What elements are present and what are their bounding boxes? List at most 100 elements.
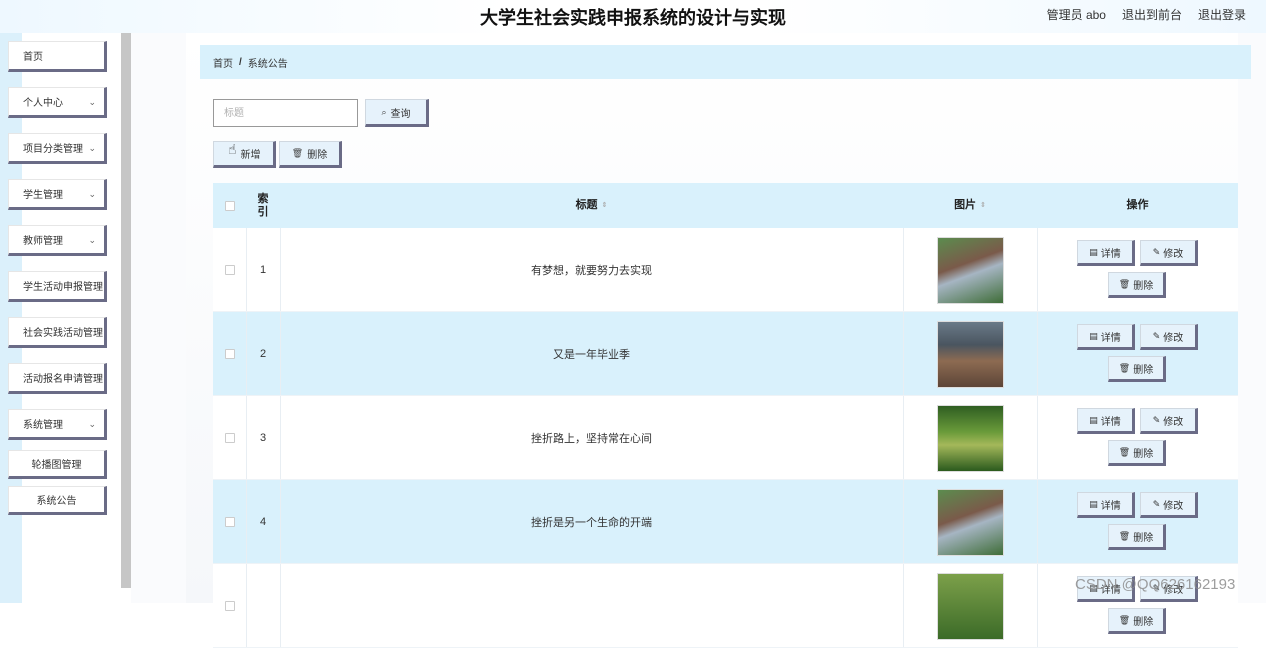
sidebar-item-label: 个人中心 xyxy=(23,98,63,109)
table-row[interactable]: 1 有梦想，就要努力去实现 ▤ 详情 ✎ 修改 🗑 删除 xyxy=(213,228,1238,312)
watermark: CSDN @QQ626162193 xyxy=(1075,576,1236,593)
row-delete-button[interactable]: 🗑 删除 xyxy=(1108,608,1166,634)
row-thumbnail-image[interactable] xyxy=(936,488,1004,556)
admin-user-label[interactable]: 管理员 abo xyxy=(1047,6,1106,23)
column-image[interactable]: 图片 ⇕ xyxy=(903,183,1037,228)
table-row[interactable]: 3 挫折路上，坚持常在心间 ▤ 详情 ✎ 修改 🗑 删除 xyxy=(213,396,1238,480)
sort-icon[interactable]: ⇕ xyxy=(602,199,608,212)
pencil-icon: ✎ xyxy=(1152,498,1161,509)
document-icon: ▤ xyxy=(1089,246,1098,257)
row-select-cell xyxy=(213,480,246,564)
row-select-cell xyxy=(213,564,246,648)
row-checkbox[interactable] xyxy=(224,517,235,527)
document-icon: ▤ xyxy=(1089,414,1098,425)
column-actions: 操作 xyxy=(1037,183,1238,228)
row-thumbnail-image[interactable] xyxy=(936,404,1004,472)
column-divider xyxy=(1037,228,1038,311)
column-divider xyxy=(1037,396,1038,479)
row-checkbox[interactable] xyxy=(224,433,235,443)
column-divider xyxy=(1037,564,1038,647)
sidebar-item[interactable]: 社会实践活动管理 xyxy=(8,317,107,348)
row-delete-button[interactable]: 🗑 删除 xyxy=(1108,440,1166,466)
trash-icon: 🗑 xyxy=(1118,614,1131,625)
row-checkbox[interactable] xyxy=(224,349,235,359)
trash-icon: 🗑 xyxy=(1118,446,1131,457)
sidebar-item[interactable]: 学生活动申报管理 xyxy=(8,271,107,302)
row-thumbnail-image[interactable] xyxy=(936,572,1004,640)
column-image-label: 图片 xyxy=(954,199,977,211)
table-row[interactable]: 4 挫折是另一个生命的开端 ▤ 详情 ✎ 修改 🗑 删除 xyxy=(213,480,1238,564)
breadcrumb-separator: / xyxy=(239,56,242,68)
row-thumbnail-image[interactable] xyxy=(936,320,1004,388)
breadcrumb-home[interactable]: 首页 xyxy=(213,55,233,70)
row-index: 2 xyxy=(259,348,267,360)
row-index: 1 xyxy=(259,264,267,276)
sidebar-item-label: 社会实践活动管理 xyxy=(23,328,103,339)
detail-button-label: 详情 xyxy=(1100,332,1121,344)
row-delete-button-label: 删除 xyxy=(1133,280,1154,292)
pencil-icon: ✎ xyxy=(1152,246,1161,257)
table-row[interactable]: 2 又是一年毕业季 ▤ 详情 ✎ 修改 🗑 删除 xyxy=(213,312,1238,396)
row-thumbnail-image[interactable] xyxy=(936,236,1004,304)
row-delete-button[interactable]: 🗑 删除 xyxy=(1108,524,1166,550)
back-to-front-link[interactable]: 退出到前台 xyxy=(1122,6,1182,23)
sidebar-item[interactable]: 教师管理 ⌄ xyxy=(8,225,107,256)
sidebar-item[interactable]: 系统管理 ⌄ xyxy=(8,409,107,440)
sidebar-item[interactable]: 首页 xyxy=(8,41,107,72)
add-button-label: 新增 xyxy=(240,150,261,161)
header-actions: 管理员 abo 退出到前台 退出登录 xyxy=(1047,6,1246,23)
trash-icon: 🗑 xyxy=(1118,530,1131,541)
sort-icon[interactable]: ⇕ xyxy=(980,199,986,212)
edit-button-label: 修改 xyxy=(1163,248,1184,260)
column-index-label-1: 索 xyxy=(257,192,269,205)
sidebar-item-label: 学生活动申报管理 xyxy=(23,282,103,293)
select-all-checkbox[interactable] xyxy=(224,200,235,211)
row-index: 3 xyxy=(259,432,267,444)
edit-button[interactable]: ✎ 修改 xyxy=(1140,324,1198,350)
sidebar-item[interactable]: 项目分类管理 ⌄ xyxy=(8,133,107,164)
row-select-cell xyxy=(213,228,246,312)
detail-button[interactable]: ▤ 详情 xyxy=(1077,492,1135,518)
pencil-icon: ✎ xyxy=(1152,414,1161,425)
row-delete-button[interactable]: 🗑 删除 xyxy=(1108,356,1166,382)
add-button[interactable]: 新增 xyxy=(213,141,276,168)
sidebar-scrollbar[interactable] xyxy=(121,33,131,588)
column-divider xyxy=(1037,312,1038,395)
column-title[interactable]: 标题 ⇕ xyxy=(280,183,903,228)
sidebar-item-label: 系统管理 xyxy=(23,420,63,431)
row-image-cell xyxy=(903,480,1037,564)
column-index: 索 引 xyxy=(246,183,280,228)
edit-button[interactable]: ✎ 修改 xyxy=(1140,492,1198,518)
row-image-cell xyxy=(903,228,1037,312)
detail-button[interactable]: ▤ 详情 xyxy=(1077,324,1135,350)
detail-button[interactable]: ▤ 详情 xyxy=(1077,408,1135,434)
batch-delete-button[interactable]: 🗑 删除 xyxy=(279,141,342,168)
chevron-down-icon: ⌄ xyxy=(88,235,96,245)
search-icon: ⌕ xyxy=(381,106,387,117)
sidebar-item-label: 学生管理 xyxy=(23,190,63,201)
sidebar-item[interactable]: 个人中心 ⌄ xyxy=(8,87,107,118)
row-delete-button[interactable]: 🗑 删除 xyxy=(1108,272,1166,298)
breadcrumb-current: 系统公告 xyxy=(247,58,288,70)
chevron-down-icon: ⌄ xyxy=(88,143,96,153)
batch-delete-label: 删除 xyxy=(307,150,328,161)
sidebar-subitem[interactable]: 系统公告 xyxy=(8,486,107,515)
sidebar-item[interactable]: 活动报名申请管理 xyxy=(8,363,107,394)
edit-button[interactable]: ✎ 修改 xyxy=(1140,240,1198,266)
row-index: 4 xyxy=(259,516,267,528)
title-search-input[interactable] xyxy=(213,99,358,127)
sidebar-subitem[interactable]: 轮播图管理 xyxy=(8,450,107,479)
detail-button[interactable]: ▤ 详情 xyxy=(1077,240,1135,266)
search-button[interactable]: ⌕ 查询 xyxy=(365,99,429,127)
chevron-down-icon: ⌄ xyxy=(88,97,96,107)
logout-link[interactable]: 退出登录 xyxy=(1198,6,1246,23)
sidebar-item[interactable]: 学生管理 ⌄ xyxy=(8,179,107,210)
column-index-label-2: 引 xyxy=(257,205,269,218)
edit-button[interactable]: ✎ 修改 xyxy=(1140,408,1198,434)
row-title: 挫折是另一个生命的开端 xyxy=(531,517,652,529)
row-checkbox[interactable] xyxy=(224,265,235,275)
edit-button-label: 修改 xyxy=(1163,416,1184,428)
sidebar-item-label: 首页 xyxy=(23,52,43,63)
column-divider xyxy=(1037,480,1038,563)
row-select-cell xyxy=(213,396,246,480)
